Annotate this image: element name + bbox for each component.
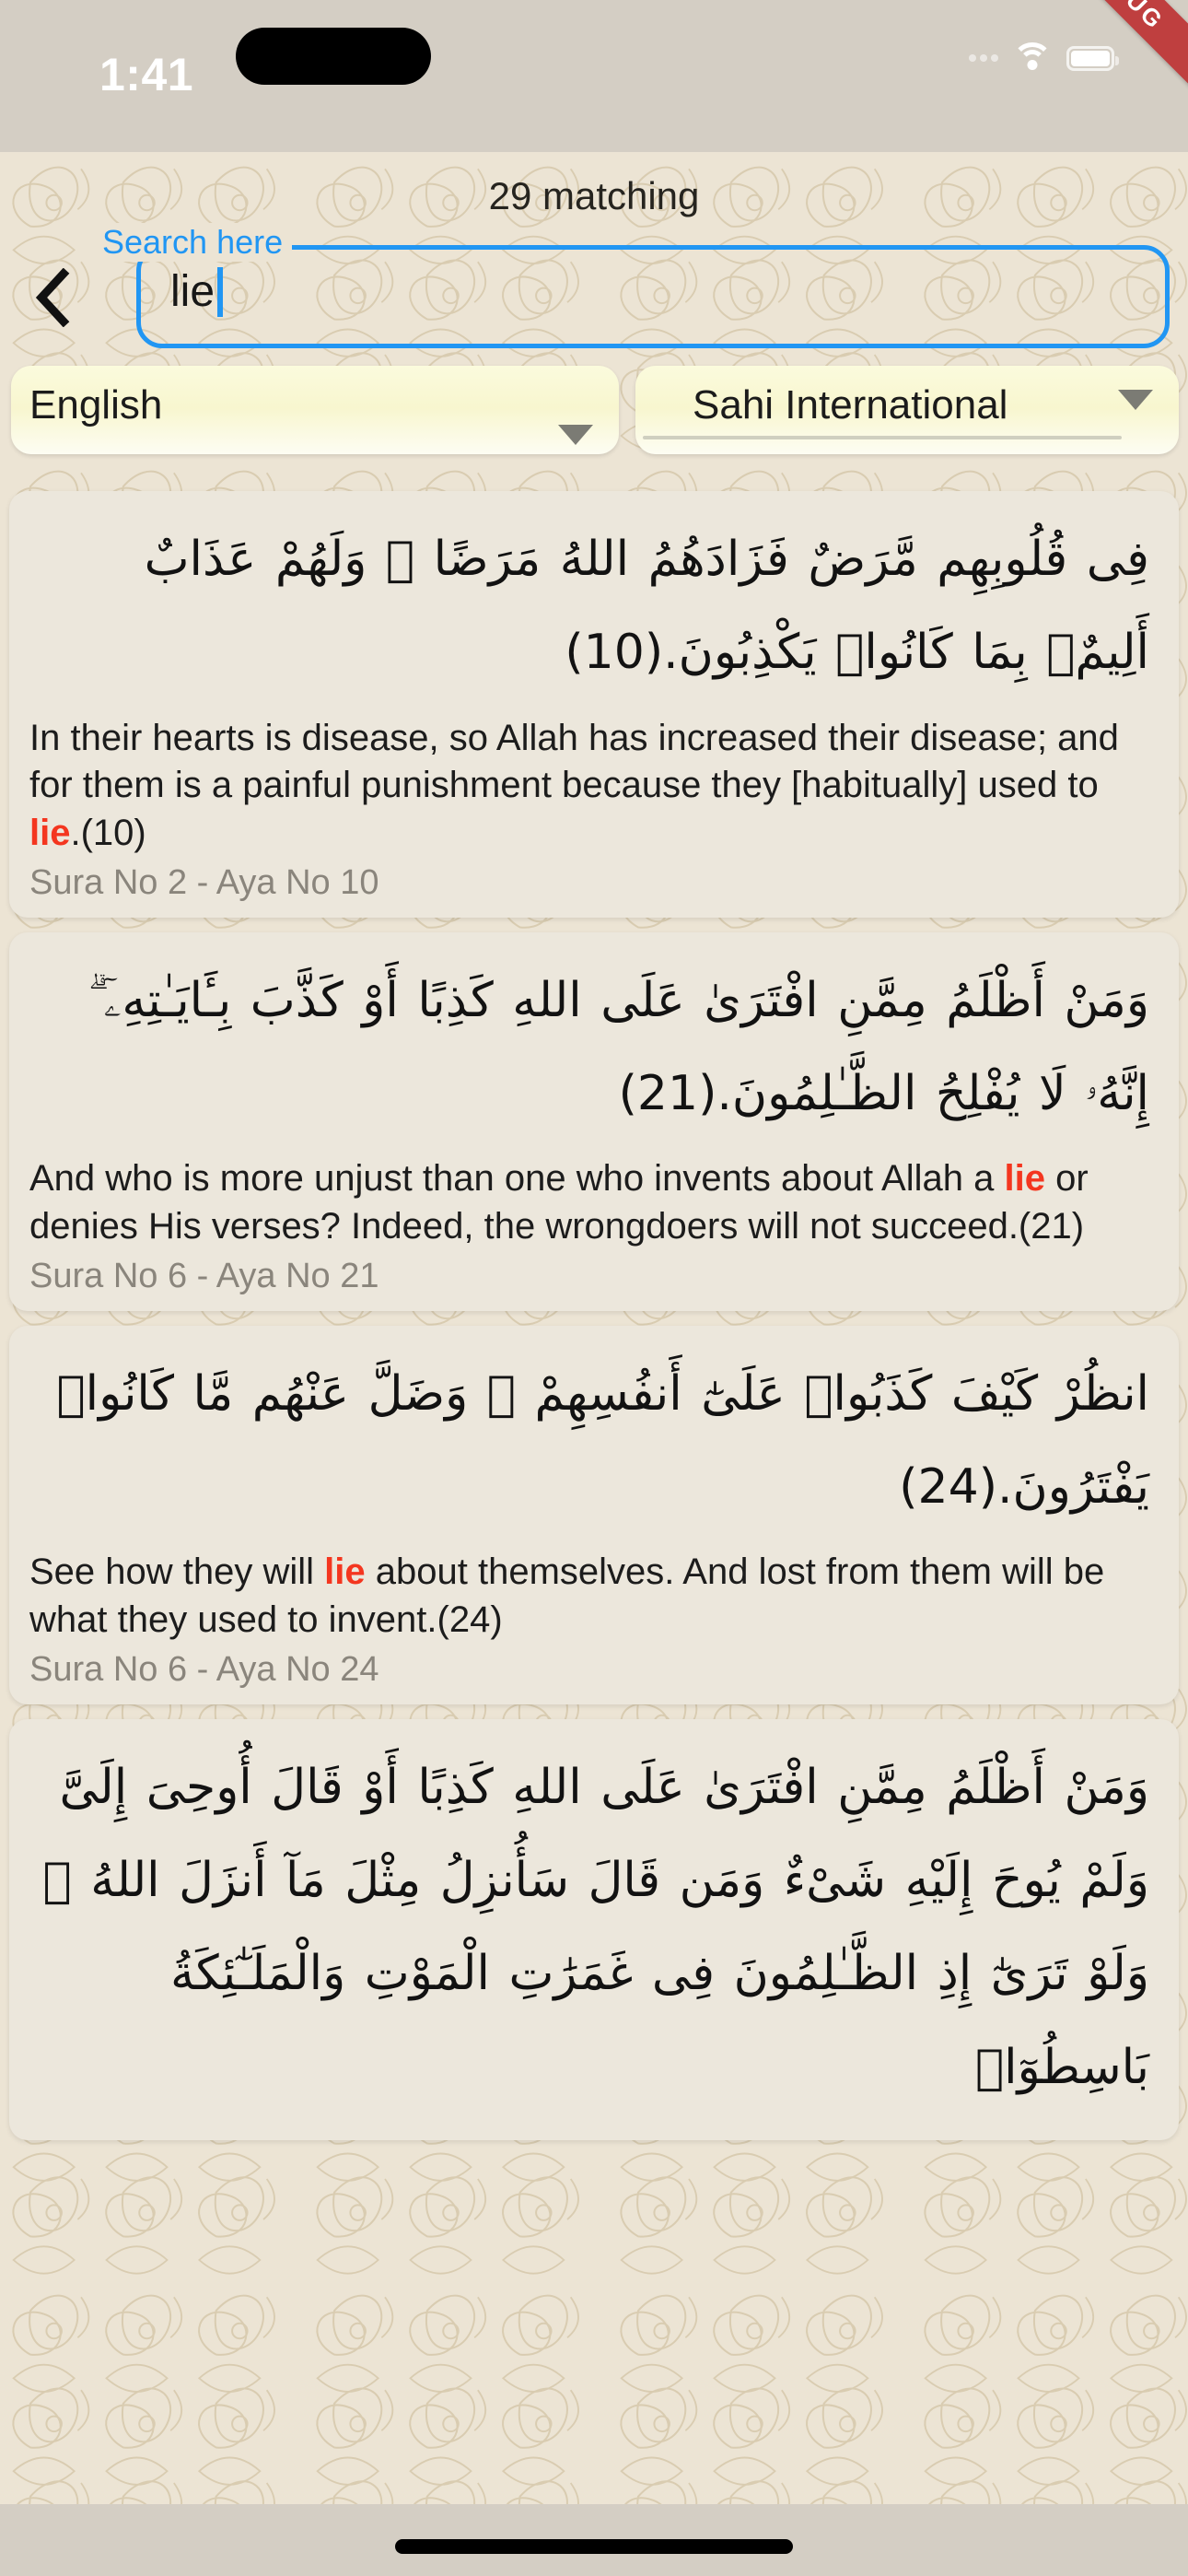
dynamic-island	[236, 28, 431, 85]
matching-count-label: 29 matching	[488, 174, 700, 217]
translation-segment-before: See how they will	[29, 1551, 325, 1593]
status-bar-clock: 1:41	[99, 49, 194, 100]
ayah-arabic-text: انظُرْ كَيْفَ كَذَبُوا۟ عَلَىٰٓ أَنفُسِه…	[56, 1365, 1149, 1515]
result-card[interactable]: وَمَنْ أَظْلَمُ مِمَّنِ افْتَرَىٰ عَلَى …	[9, 931, 1179, 1311]
status-bar: 1:41	[0, 0, 1188, 152]
results-list[interactable]: فِى قُلُوبِهِم مَّرَضٌ فَزَادَهُمُ اللهُ…	[0, 491, 1188, 2155]
result-card[interactable]: وَمَنْ أَظْلَمُ مِمَّنِ افْتَرَىٰ عَلَى …	[9, 1718, 1179, 2141]
status-bar-indicators	[969, 42, 1119, 74]
translator-dropdown[interactable]: Sahi International	[635, 366, 1179, 454]
result-card[interactable]: انظُرْ كَيْفَ كَذَبُوا۟ عَلَىٰٓ أَنفُسِه…	[9, 1325, 1179, 1704]
ayah-reference: Sura No 2 - Aya No 10	[29, 862, 379, 902]
search-term-highlight: lie	[324, 1551, 366, 1593]
translation-segment-after: .(10)	[70, 812, 146, 853]
caret-down-icon	[558, 425, 593, 445]
result-card[interactable]: فِى قُلُوبِهِم مَّرَضٌ فَزَادَهُمُ اللهُ…	[9, 491, 1179, 918]
ayah-arabic-text: وَمَنْ أَظْلَمُ مِمَّنِ افْتَرَىٰ عَلَى …	[42, 1759, 1149, 2095]
ayah-reference: Sura No 6 - Aya No 24	[29, 1649, 379, 1689]
language-dropdown[interactable]: English	[11, 366, 619, 454]
search-row: Search here lie	[0, 223, 1188, 356]
ayah-arabic-text: فِى قُلُوبِهِم مَّرَضٌ فَزَادَهُمُ اللهُ…	[144, 532, 1149, 681]
back-button[interactable]	[20, 261, 85, 334]
ayah-reference: Sura No 6 - Aya No 21	[29, 1256, 379, 1295]
translation-segment-before: And who is more unjust than one who inve…	[29, 1158, 1005, 1200]
home-indicator-area	[0, 2504, 1188, 2576]
search-input[interactable]: Search here lie	[93, 223, 1170, 348]
search-term-highlight: lie	[29, 812, 71, 853]
search-input-value: lie	[170, 267, 215, 316]
home-indicator[interactable]	[395, 2539, 793, 2554]
text-caret	[217, 266, 224, 317]
filter-row: English Sahi International	[0, 366, 1188, 467]
search-floating-label: Search here	[93, 223, 293, 262]
wifi-icon	[1011, 42, 1054, 74]
ayah-translation-text: In their hearts is disease, so Allah has…	[29, 711, 1159, 858]
translator-dropdown-value: Sahi International	[693, 382, 1008, 427]
chevron-left-icon	[34, 268, 71, 327]
ayah-translation-text: And who is more unjust than one who inve…	[29, 1152, 1159, 1250]
search-input-text[interactable]: lie	[170, 266, 224, 317]
ayah-translation-text: See how they will lie about themselves. …	[29, 1545, 1159, 1644]
battery-icon	[1066, 45, 1119, 71]
search-term-highlight: lie	[1004, 1158, 1045, 1200]
signal-dots-icon	[969, 54, 998, 62]
page-content: 29 matching Search here lie English Sahi…	[0, 152, 1188, 2504]
ayah-arabic-text: وَمَنْ أَظْلَمُ مِمَّنِ افْتَرَىٰ عَلَى …	[87, 972, 1149, 1121]
phone-screen: 29 matching Search here lie English Sahi…	[0, 0, 1188, 2576]
caret-down-icon	[1118, 390, 1153, 410]
dropdown-underline	[643, 436, 1122, 439]
language-dropdown-value: English	[29, 382, 163, 427]
translation-segment-before: In their hearts is disease, so Allah has…	[29, 717, 1119, 806]
